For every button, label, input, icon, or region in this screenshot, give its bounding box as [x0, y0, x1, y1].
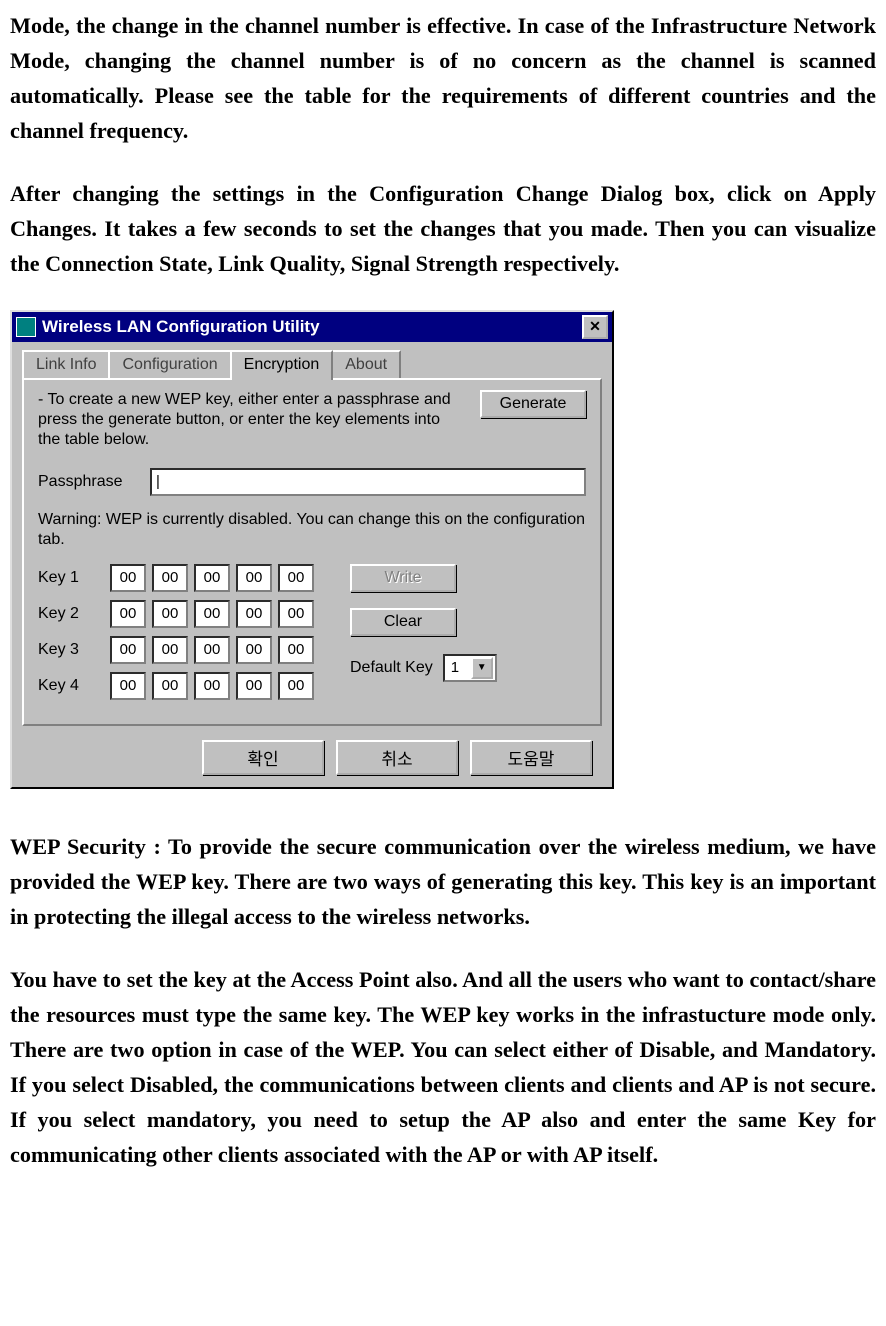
paragraph-1: Mode, the change in the channel number i… — [10, 8, 876, 148]
key1-oct2[interactable]: 00 — [152, 564, 188, 592]
instruction-text: - To create a new WEP key, either enter … — [38, 390, 460, 450]
paragraph-4: You have to set the key at the Access Po… — [10, 962, 876, 1172]
write-button[interactable]: Write — [350, 564, 456, 592]
key1-label: Key 1 — [38, 569, 110, 587]
cancel-button[interactable]: 취소 — [336, 740, 458, 775]
key1-oct3[interactable]: 00 — [194, 564, 230, 592]
key3-oct1[interactable]: 00 — [110, 636, 146, 664]
clear-button[interactable]: Clear — [350, 608, 456, 636]
close-icon: ✕ — [589, 318, 601, 335]
tab-encryption[interactable]: Encryption — [230, 350, 334, 380]
key4-oct4[interactable]: 00 — [236, 672, 272, 700]
key4-oct2[interactable]: 00 — [152, 672, 188, 700]
key4-oct3[interactable]: 00 — [194, 672, 230, 700]
tab-about[interactable]: About — [331, 350, 401, 378]
close-button[interactable]: ✕ — [582, 315, 608, 339]
key4-oct1[interactable]: 00 — [110, 672, 146, 700]
default-key-value: 1 — [451, 659, 459, 676]
key3-oct3[interactable]: 00 — [194, 636, 230, 664]
key3-oct2[interactable]: 00 — [152, 636, 188, 664]
tab-strip: Link Info Configuration Encryption About — [22, 350, 602, 378]
key1-oct5[interactable]: 00 — [278, 564, 314, 592]
key4-label: Key 4 — [38, 677, 110, 695]
key4-oct5[interactable]: 00 — [278, 672, 314, 700]
key2-oct5[interactable]: 00 — [278, 600, 314, 628]
default-key-label: Default Key — [350, 659, 433, 677]
key2-oct4[interactable]: 00 — [236, 600, 272, 628]
key2-label: Key 2 — [38, 605, 110, 623]
default-key-select[interactable]: 1 ▼ — [443, 654, 497, 682]
chevron-down-icon: ▼ — [471, 657, 493, 679]
app-icon — [16, 317, 36, 337]
passphrase-input[interactable]: | — [150, 468, 586, 496]
paragraph-2: After changing the settings in the Confi… — [10, 176, 876, 281]
key2-oct1[interactable]: 00 — [110, 600, 146, 628]
dialog-screenshot: Wireless LAN Configuration Utility ✕ Lin… — [10, 310, 876, 789]
help-button[interactable]: 도움말 — [470, 740, 592, 775]
tab-link-info[interactable]: Link Info — [22, 350, 110, 378]
wlan-config-dialog: Wireless LAN Configuration Utility ✕ Lin… — [10, 310, 614, 789]
key1-oct1[interactable]: 00 — [110, 564, 146, 592]
key3-oct4[interactable]: 00 — [236, 636, 272, 664]
key2-oct2[interactable]: 00 — [152, 600, 188, 628]
key-grid: Key 1 00 00 00 00 00 Key 2 00 00 00 — [38, 564, 320, 708]
tab-panel: - To create a new WEP key, either enter … — [22, 378, 602, 726]
key2-oct3[interactable]: 00 — [194, 600, 230, 628]
passphrase-label: Passphrase — [38, 473, 150, 491]
tab-configuration[interactable]: Configuration — [108, 350, 231, 378]
warning-text: Warning: WEP is currently disabled. You … — [38, 510, 586, 550]
paragraph-3: WEP Security : To provide the secure com… — [10, 829, 876, 934]
key3-label: Key 3 — [38, 641, 110, 659]
ok-button[interactable]: 확인 — [202, 740, 324, 775]
window-title: Wireless LAN Configuration Utility — [42, 317, 320, 337]
key1-oct4[interactable]: 00 — [236, 564, 272, 592]
title-bar: Wireless LAN Configuration Utility ✕ — [12, 312, 612, 342]
key3-oct5[interactable]: 00 — [278, 636, 314, 664]
generate-button[interactable]: Generate — [480, 390, 586, 418]
